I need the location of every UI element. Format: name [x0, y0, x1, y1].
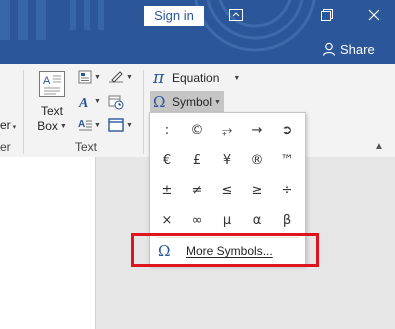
- title-bar: Sign in Share: [0, 0, 395, 64]
- cut-group-label: er: [0, 140, 11, 154]
- close-button[interactable]: [362, 4, 386, 26]
- symbol-cell[interactable]: β: [272, 205, 302, 235]
- restore-icon: [321, 9, 333, 21]
- signature-pen-icon: [109, 71, 123, 83]
- cut-group-button[interactable]: er ▾: [0, 118, 16, 132]
- document-page[interactable]: [0, 157, 96, 329]
- symbol-cell[interactable]: ×: [152, 205, 182, 235]
- text-box-label-text: Box: [37, 119, 58, 133]
- symbol-cell[interactable]: ≠: [182, 175, 212, 205]
- quick-parts-button[interactable]: ▼: [78, 70, 101, 84]
- symbol-button[interactable]: Ω Symbol ▼: [150, 91, 224, 113]
- ribbon-display-options-button[interactable]: [224, 4, 248, 26]
- chevron-down-icon: ▼: [94, 73, 101, 81]
- symbol-cell[interactable]: ÷: [272, 175, 302, 205]
- insert-object-button[interactable]: ▼: [108, 118, 133, 132]
- pi-icon: π: [153, 68, 165, 88]
- restore-button[interactable]: [315, 4, 339, 26]
- highlight-box: [131, 233, 319, 267]
- text-box-icon: A: [39, 71, 65, 97]
- collapse-ribbon-button[interactable]: ▲: [374, 141, 384, 152]
- close-icon: [368, 9, 380, 21]
- symbol-label: Symbol: [172, 95, 213, 109]
- symbol-cell[interactable]: ®: [242, 145, 272, 175]
- symbol-cell[interactable]: £: [182, 145, 212, 175]
- symbol-cell[interactable]: €: [152, 145, 182, 175]
- ribbon-display-icon: [229, 9, 243, 21]
- symbol-cell[interactable]: ™: [272, 145, 302, 175]
- text-box-label-line1: Text: [40, 104, 63, 118]
- chevron-down-icon: ▼: [126, 121, 133, 129]
- symbol-cell[interactable]: ¥: [212, 145, 242, 175]
- wordart-button[interactable]: A ▼: [78, 94, 101, 108]
- symbol-cell[interactable]: ⥅: [212, 115, 242, 145]
- symbol-cell[interactable]: ≥: [242, 175, 272, 205]
- symbol-cell[interactable]: ➲: [272, 115, 302, 145]
- sign-in-button[interactable]: Sign in: [144, 6, 204, 26]
- symbol-cell[interactable]: →: [242, 115, 272, 145]
- date-time-button[interactable]: [108, 94, 124, 110]
- drop-cap-icon: A: [78, 119, 92, 131]
- chevron-down-icon: ▼: [214, 98, 221, 106]
- cut-group-button-label: er: [0, 118, 11, 132]
- object-icon: [108, 118, 124, 132]
- group-separator: [23, 70, 24, 154]
- symbol-cell[interactable]: :: [152, 115, 182, 145]
- calendar-clock-icon: [108, 95, 124, 110]
- drop-cap-button[interactable]: A ▼: [78, 118, 101, 132]
- quick-parts-icon: [78, 70, 92, 84]
- chevron-down-icon: ▼: [94, 121, 101, 129]
- equation-button[interactable]: π Equation ▼: [153, 68, 241, 88]
- signature-line-button[interactable]: ▼: [108, 70, 133, 84]
- person-icon: [322, 42, 336, 56]
- symbol-cell[interactable]: ≤: [212, 175, 242, 205]
- group-separator: [143, 70, 144, 154]
- symbol-cell[interactable]: ∞: [182, 205, 212, 235]
- chevron-down-icon: ▾: [12, 124, 17, 131]
- svg-text:A: A: [43, 75, 51, 87]
- svg-text:A: A: [78, 119, 85, 130]
- wordart-icon: A: [78, 96, 88, 108]
- svg-text:A: A: [78, 96, 88, 108]
- chevron-down-icon: ▼: [233, 74, 241, 82]
- share-label: Share: [340, 41, 375, 57]
- omega-icon: Ω: [153, 93, 166, 111]
- chevron-down-icon: ▼: [59, 122, 67, 130]
- chevron-up-icon: ▲: [374, 141, 384, 152]
- chevron-down-icon: ▼: [94, 97, 101, 105]
- symbol-cell[interactable]: ©: [182, 115, 212, 145]
- symbol-cell[interactable]: α: [242, 205, 272, 235]
- symbol-cell[interactable]: ±: [152, 175, 182, 205]
- text-box-label-line2: Box ▼: [37, 119, 67, 133]
- text-box-button[interactable]: A Text Box ▼: [36, 70, 68, 138]
- equation-label: Equation: [172, 71, 220, 85]
- share-button[interactable]: Share: [322, 40, 375, 58]
- text-group-label: Text: [75, 140, 98, 154]
- symbol-cell[interactable]: µ: [212, 205, 242, 235]
- chevron-down-icon: ▼: [126, 73, 133, 81]
